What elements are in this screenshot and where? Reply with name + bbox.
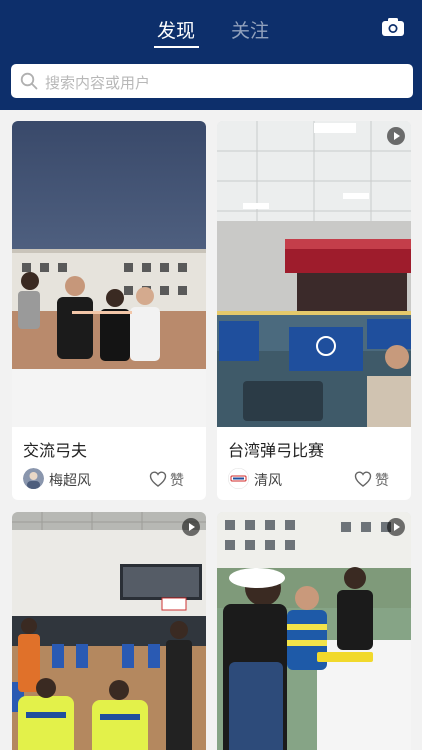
tab-follow[interactable]: 关注 xyxy=(231,16,269,43)
video-play-icon xyxy=(387,518,405,536)
avatar[interactable] xyxy=(23,468,44,489)
active-tab-indicator xyxy=(154,46,199,48)
feed-card[interactable]: 交流弓夫 梅超风 赞 xyxy=(12,121,206,500)
video-play-icon xyxy=(387,127,405,145)
post-title: 台湾弹弓比赛 xyxy=(228,441,325,460)
tab-discover[interactable]: 发现 xyxy=(157,16,195,43)
video-play-icon xyxy=(182,518,200,536)
search-icon xyxy=(20,72,38,90)
avatar[interactable] xyxy=(228,468,249,489)
heart-icon xyxy=(354,471,372,487)
feed-card[interactable] xyxy=(217,512,411,750)
feed-card[interactable]: 台湾弹弓比赛 清风 赞 xyxy=(217,121,411,500)
search-input[interactable]: 搜索内容或用户 xyxy=(45,72,150,93)
post-thumbnail[interactable] xyxy=(12,512,206,750)
top-bar: 发现 关注 搜索内容或用户 xyxy=(0,0,422,110)
post-thumbnail[interactable] xyxy=(12,121,206,427)
post-title: 交流弓夫 xyxy=(23,441,88,460)
post-thumbnail[interactable] xyxy=(217,512,411,750)
search-bar[interactable]: 搜索内容或用户 xyxy=(11,64,413,98)
post-thumbnail[interactable] xyxy=(217,121,411,427)
like-button[interactable]: 赞 xyxy=(354,469,400,489)
like-label: 赞 xyxy=(375,473,389,489)
like-label: 赞 xyxy=(170,473,184,489)
author-name[interactable]: 清风 xyxy=(254,470,282,490)
author-name[interactable]: 梅超风 xyxy=(49,470,91,490)
camera-icon[interactable] xyxy=(381,17,405,37)
heart-icon xyxy=(149,471,167,487)
like-button[interactable]: 赞 xyxy=(149,469,195,489)
feed-card[interactable] xyxy=(12,512,206,750)
